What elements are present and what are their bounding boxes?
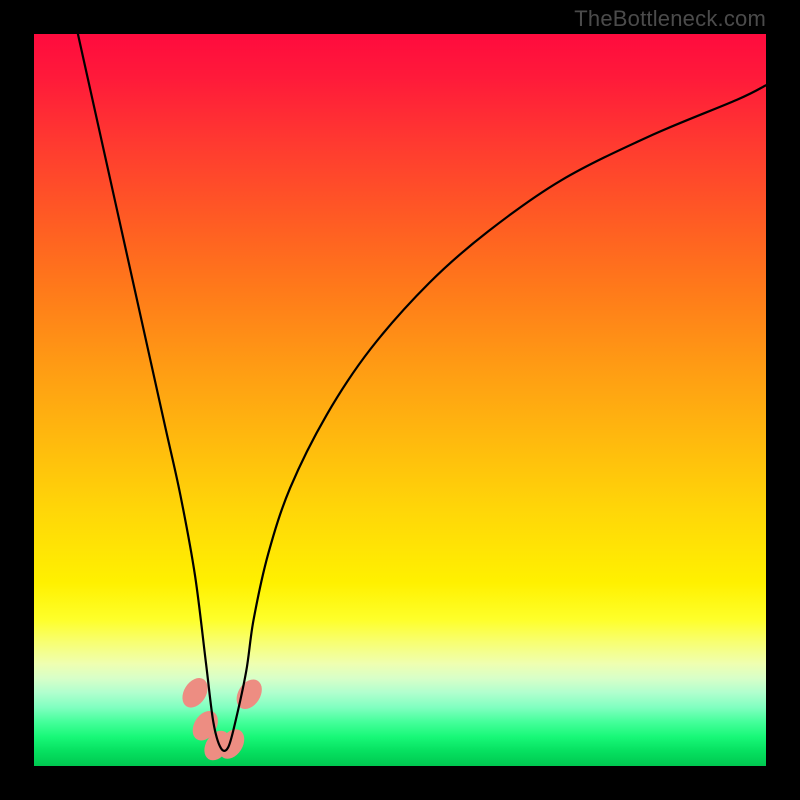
plot-area bbox=[34, 34, 766, 766]
chart-svg bbox=[34, 34, 766, 766]
watermark-text: TheBottleneck.com bbox=[574, 6, 766, 32]
marker-e bbox=[231, 675, 267, 714]
bottleneck-curve bbox=[78, 34, 766, 751]
frame: TheBottleneck.com bbox=[0, 0, 800, 800]
